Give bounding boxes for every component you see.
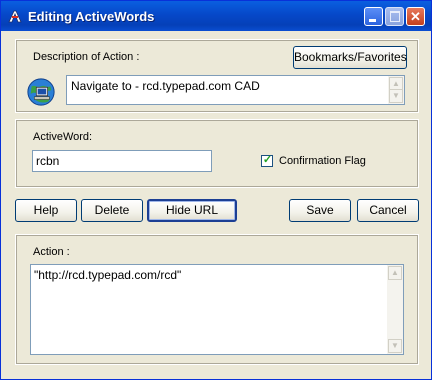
confirmation-flag-checkbox[interactable]: ✓ (261, 154, 273, 167)
action-value: "http://rcd.typepad.com/rcd" (34, 268, 182, 282)
description-value: Navigate to - rcd.typepad.com CAD (71, 79, 260, 93)
scroll-down-icon[interactable]: ▼ (388, 339, 402, 353)
action-label: Action : (33, 246, 70, 258)
minimize-button[interactable] (364, 7, 383, 26)
description-label: Description of Action : (33, 51, 140, 63)
scroll-down-icon[interactable]: ▼ (389, 89, 403, 103)
close-button[interactable]: ✕ (406, 7, 425, 26)
delete-button[interactable]: Delete (81, 199, 143, 222)
hide-url-button[interactable]: Hide URL (147, 199, 237, 222)
activeword-label: ActiveWord: (33, 131, 93, 143)
maximize-button[interactable] (385, 7, 404, 26)
activewords-app-icon (8, 10, 22, 23)
check-icon: ✓ (262, 154, 273, 166)
editing-activewords-window: Editing ActiveWords ✕ Description of Act… (0, 0, 432, 380)
bookmarks-favorites-button[interactable]: Bookmarks/Favorites (293, 46, 407, 69)
globe-computer-icon (27, 78, 55, 106)
confirmation-flag-label[interactable]: Confirmation Flag (279, 155, 366, 167)
cancel-button[interactable]: Cancel (357, 199, 419, 222)
title-bar[interactable]: Editing ActiveWords ✕ (1, 1, 431, 31)
description-scrollbar[interactable]: ▲ ▼ (388, 76, 404, 104)
scroll-up-icon[interactable]: ▲ (388, 266, 402, 280)
close-icon: ✕ (410, 9, 421, 24)
save-button[interactable]: Save (289, 199, 351, 222)
activeword-value: rcbn (36, 154, 60, 168)
description-textarea[interactable]: Navigate to - rcd.typepad.com CAD ▲ ▼ (66, 75, 405, 105)
action-scrollbar[interactable]: ▲ ▼ (387, 265, 403, 354)
window-title: Editing ActiveWords (28, 9, 155, 24)
activeword-field[interactable]: rcbn (32, 150, 212, 172)
help-button[interactable]: Help (15, 199, 77, 222)
action-textarea[interactable]: "http://rcd.typepad.com/rcd" ▲ ▼ (30, 264, 404, 355)
